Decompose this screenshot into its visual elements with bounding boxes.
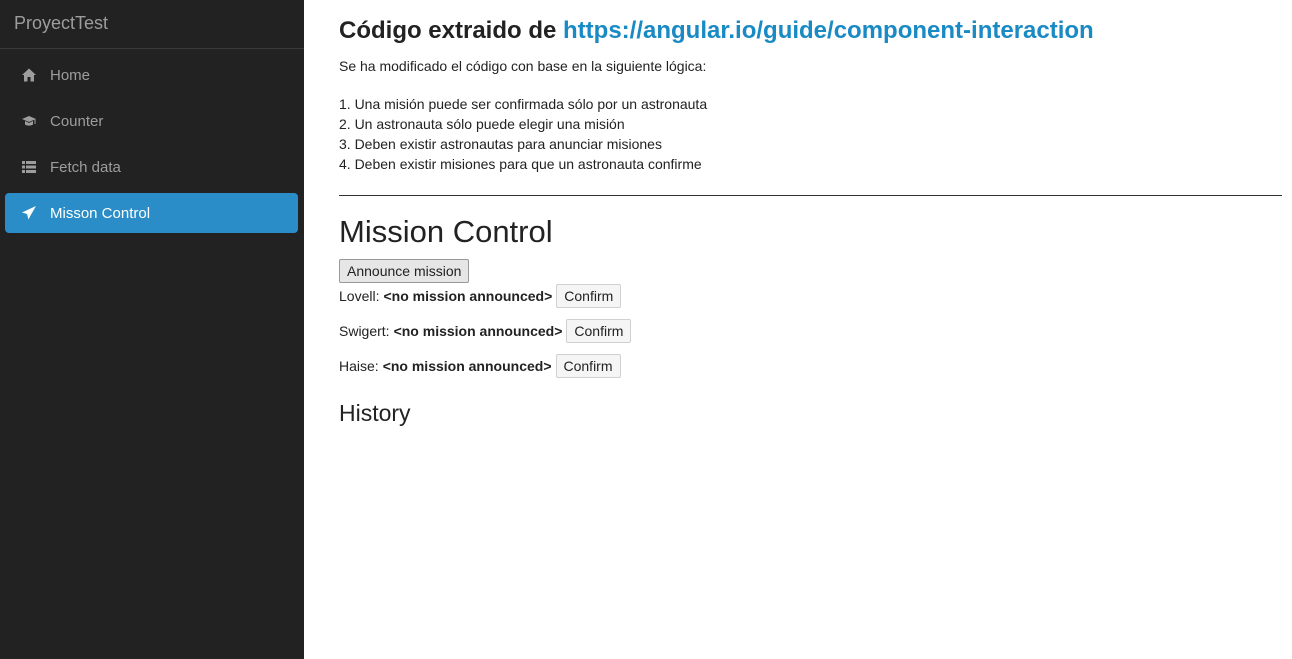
astronaut-mission: <no mission announced> xyxy=(382,358,552,374)
confirm-button-swigert[interactable]: Confirm xyxy=(566,319,632,343)
astronaut-name: Haise: xyxy=(339,358,379,374)
confirm-button-haise[interactable]: Confirm xyxy=(555,354,621,378)
astronaut-mission: <no mission announced> xyxy=(393,323,563,339)
astronaut-row-swigert: Swigert: <no mission announced> Confirm xyxy=(339,319,632,343)
sidebar-item-fetch-data[interactable]: Fetch data xyxy=(5,147,298,187)
sidebar-item-mission-control[interactable]: Misson Control xyxy=(5,193,298,233)
mission-control-title: Mission Control xyxy=(339,214,553,249)
astronaut-name: Lovell: xyxy=(339,288,380,304)
home-icon xyxy=(21,67,37,83)
sidebar: ProyectTest Home Counter Fetch data Miss… xyxy=(0,0,304,659)
divider xyxy=(339,195,1282,196)
sidebar-item-label: Misson Control xyxy=(50,204,151,222)
source-link[interactable]: https://angular.io/guide/component-inter… xyxy=(563,17,1094,44)
confirm-button-lovell[interactable]: Confirm xyxy=(556,284,622,308)
astronaut-mission: <no mission announced> xyxy=(383,288,553,304)
intro-title: Código extraido de https://angular.io/gu… xyxy=(339,17,1094,45)
rules-list: 1. Una misión puede ser confirmada sólo … xyxy=(339,94,707,174)
rule-item: 2. Un astronauta sólo puede elegir una m… xyxy=(339,116,625,132)
graduation-cap-icon xyxy=(21,113,37,129)
history-title: History xyxy=(339,400,411,426)
astronaut-row-lovell: Lovell: <no mission announced> Confirm xyxy=(339,284,622,308)
astronaut-name: Swigert: xyxy=(339,323,390,339)
brand-link[interactable]: ProyectTest xyxy=(0,0,304,49)
th-list-icon xyxy=(21,159,37,175)
rule-item: 4. Deben existir misiones para que un as… xyxy=(339,156,702,172)
sidebar-item-label: Fetch data xyxy=(50,158,121,176)
sidebar-item-counter[interactable]: Counter xyxy=(5,101,298,141)
sidebar-item-home[interactable]: Home xyxy=(5,55,298,95)
astronaut-row-haise: Haise: <no mission announced> Confirm xyxy=(339,354,621,378)
rule-item: 3. Deben existir astronautas para anunci… xyxy=(339,136,662,152)
announce-mission-button[interactable]: Announce mission xyxy=(339,259,470,283)
rule-item: 1. Una misión puede ser confirmada sólo … xyxy=(339,96,708,112)
intro-title-prefix: Código extraido de xyxy=(339,17,557,44)
send-icon xyxy=(21,205,37,221)
sidebar-item-label: Home xyxy=(50,66,91,84)
sidebar-item-label: Counter xyxy=(50,112,104,130)
intro-text: Se ha modificado el código con base en l… xyxy=(339,58,707,74)
